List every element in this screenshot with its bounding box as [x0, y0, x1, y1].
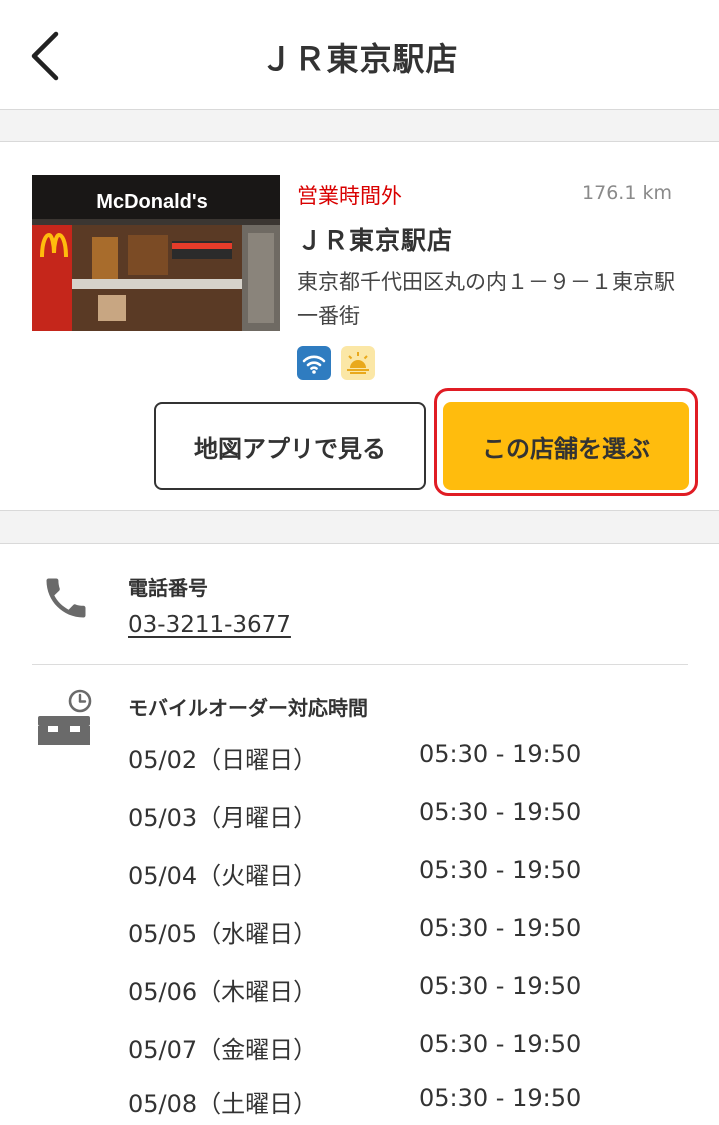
photo-sign-text: McDonald's [96, 191, 207, 213]
hours-day: 05/04（火曜日） [128, 862, 318, 890]
hours-row: 05/04（火曜日） 05:30 - 19:50 [128, 856, 688, 896]
hours-day: 05/05（水曜日） [128, 920, 318, 948]
store-photo: McDonald's [32, 175, 280, 331]
phone-icon [40, 572, 92, 624]
app-header: ＪＲ東京駅店 [0, 0, 719, 110]
phone-number-link[interactable]: 03-3211-3677 [128, 612, 291, 638]
open-map-app-button[interactable]: 地図アプリで見る [154, 402, 426, 490]
hours-time: 05:30 - 19:50 [419, 740, 582, 768]
store-name: ＪＲ東京駅店 [297, 226, 454, 255]
hours-row: 05/08（土曜日） 05:30 - 19:50 [128, 1084, 688, 1124]
hours-time: 05:30 - 19:50 [419, 798, 582, 826]
page-title: ＪＲ東京駅店 [260, 40, 459, 78]
hours-day: 05/02（日曜日） [128, 746, 318, 774]
section-spacer [0, 510, 719, 544]
distance-label: 176.1 km [582, 182, 672, 204]
hours-row: 05/06（木曜日） 05:30 - 19:50 [128, 972, 688, 1012]
hours-row: 05/02（日曜日） 05:30 - 19:50 [128, 740, 688, 780]
store-card: McDonald's 営業時間外 176.1 km ＪＲ東京駅店 東京都千代田区… [0, 143, 719, 510]
morning-menu-icon [341, 346, 375, 380]
mobile-order-hours-label: モバイルオーダー対応時間 [128, 696, 368, 720]
store-clock-icon [36, 688, 94, 746]
select-store-button[interactable]: この店舗を選ぶ [443, 402, 689, 490]
store-address: 東京都千代田区丸の内１－９－１東京駅一番街 [297, 270, 675, 328]
hours-row: 05/03（月曜日） 05:30 - 19:50 [128, 798, 688, 838]
open-status: 営業時間外 [297, 184, 402, 208]
hours-day: 05/07（金曜日） [128, 1036, 318, 1064]
hours-time: 05:30 - 19:50 [419, 914, 582, 942]
hours-time: 05:30 - 19:50 [419, 1030, 582, 1058]
hours-row: 05/05（水曜日） 05:30 - 19:50 [128, 914, 688, 954]
divider [32, 664, 688, 665]
wifi-icon [297, 346, 331, 380]
hours-time: 05:30 - 19:50 [419, 1084, 582, 1112]
hours-day: 05/06（木曜日） [128, 978, 318, 1006]
hours-time: 05:30 - 19:50 [419, 856, 582, 884]
hours-day: 05/08（土曜日） [128, 1090, 318, 1118]
phone-label: 電話番号 [128, 576, 208, 600]
hours-time: 05:30 - 19:50 [419, 972, 582, 1000]
hours-day: 05/03（月曜日） [128, 804, 318, 832]
section-spacer [0, 110, 719, 142]
hours-row: 05/07（金曜日） 05:30 - 19:50 [128, 1030, 688, 1070]
